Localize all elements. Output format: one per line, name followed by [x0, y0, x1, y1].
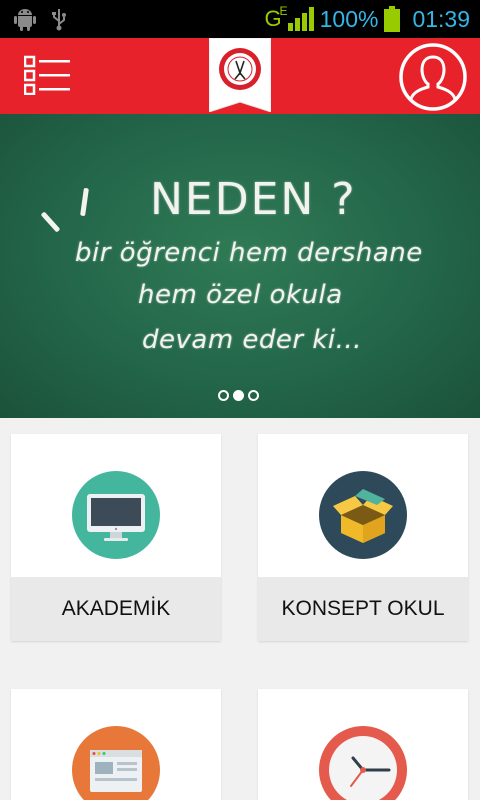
card-konsept-okul[interactable]: KONSEPT OKUL [258, 434, 468, 641]
clock: 01:39 [412, 5, 470, 32]
user-profile-icon [399, 43, 467, 111]
network-type: GE [264, 4, 288, 31]
hero-banner[interactable]: NEDEN ? bir öğrenci hem dershane hem öze… [0, 114, 480, 418]
monitor-icon [87, 494, 145, 541]
slide-dot[interactable] [248, 390, 259, 401]
android-debug-icon [14, 9, 36, 31]
slide-dot-active[interactable] [233, 390, 244, 401]
menu-button[interactable] [23, 55, 70, 96]
profile-button[interactable] [398, 42, 468, 112]
battery-percent: 100% [319, 5, 379, 32]
signal-icon [287, 7, 314, 31]
card-icon-bg [319, 471, 407, 559]
banner-line: bir öğrenci hem dershane [75, 238, 423, 268]
clock-icon [329, 736, 397, 800]
battery-icon [384, 6, 401, 32]
usb-icon [52, 9, 66, 31]
slide-indicator [218, 390, 259, 401]
list-menu-icon [23, 55, 70, 96]
chalk-piece [80, 187, 89, 217]
card-4[interactable] [258, 689, 468, 800]
card-icon-bg [319, 726, 407, 800]
slide-dot[interactable] [218, 390, 229, 401]
school-logo[interactable] [208, 37, 272, 113]
notification-icons [14, 7, 68, 31]
banner-line: hem özel okula [138, 280, 343, 310]
card-akademik[interactable]: AKADEMİK [11, 434, 221, 641]
card-icon-bg [72, 726, 160, 800]
banner-title: NEDEN ? [150, 174, 357, 225]
status-bar: GE 100% 01:39 [0, 0, 480, 38]
card-label: KONSEPT OKUL [258, 577, 468, 641]
open-box-icon [333, 489, 393, 543]
card-icon-bg [72, 471, 160, 559]
card-label: AKADEMİK [11, 577, 221, 641]
banner-line: devam eder ki... [142, 325, 362, 355]
card-3[interactable] [11, 689, 221, 800]
chalk-piece [40, 211, 61, 233]
browser-window-icon [90, 750, 142, 792]
